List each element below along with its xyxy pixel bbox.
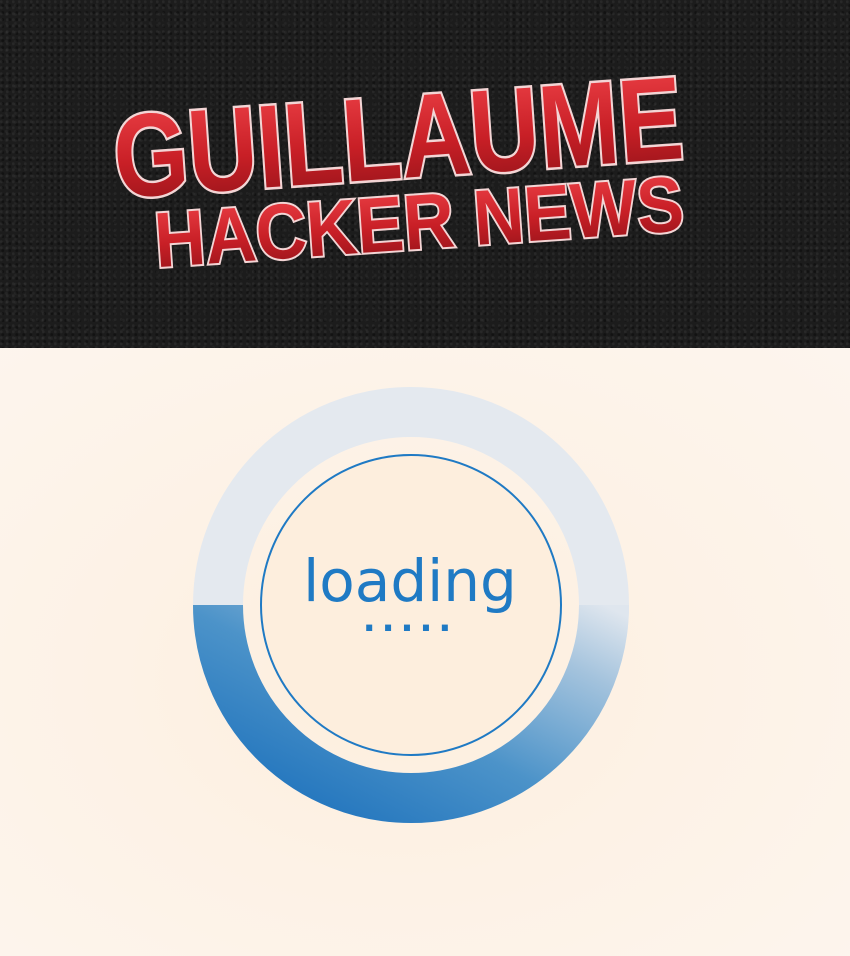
- site-header: GUILLAUME HACKER NEWS: [0, 0, 850, 348]
- loading-dots: .....: [362, 600, 458, 640]
- site-logo: GUILLAUME HACKER NEWS: [107, 50, 690, 286]
